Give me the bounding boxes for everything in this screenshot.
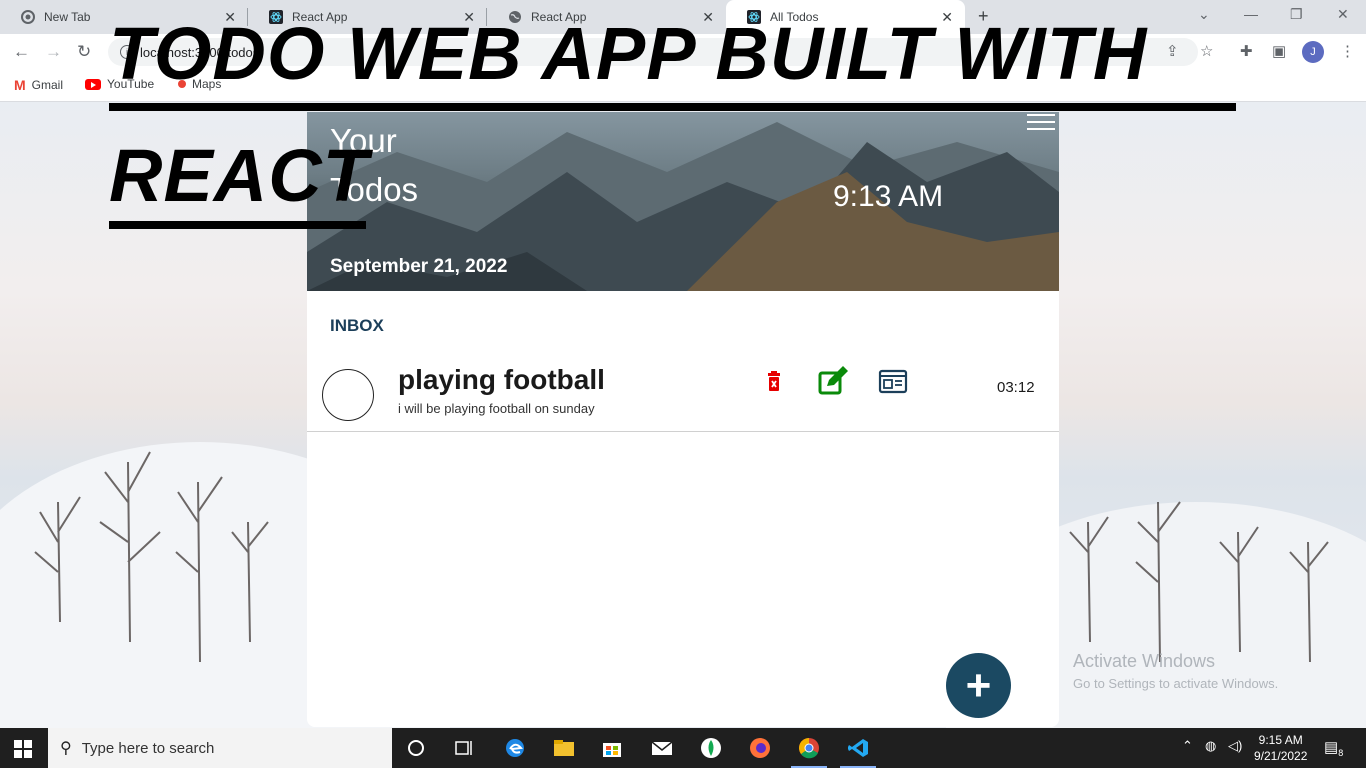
cortana-icon[interactable] (404, 736, 428, 760)
current-time: 9:13 AM (833, 180, 944, 213)
notification-icon[interactable]: ▤8 (1324, 738, 1343, 758)
puzzle-icon[interactable]: ✚ (1240, 42, 1253, 60)
todo-time: 03:12 (997, 379, 1035, 396)
banner-underline (109, 221, 366, 229)
file-explorer-icon[interactable] (552, 736, 576, 760)
edit-icon[interactable] (817, 366, 848, 396)
vscode-icon[interactable] (840, 736, 876, 768)
tab-label: New Tab (44, 10, 91, 24)
taskbar-time: 9:15 AM (1258, 733, 1303, 747)
close-window-button[interactable]: ✕ (1337, 6, 1349, 23)
complete-checkbox[interactable] (322, 369, 374, 421)
delete-icon[interactable] (759, 366, 789, 396)
restore-button[interactable]: ❐ (1290, 6, 1303, 23)
firefox-icon[interactable] (748, 736, 772, 760)
taskbar-clock[interactable]: 9:15 AM 9/21/2022 (1254, 732, 1307, 764)
details-icon[interactable] (878, 366, 908, 396)
star-icon[interactable]: ☆ (1200, 42, 1213, 60)
banner-title-line2: REACT (109, 134, 369, 217)
chrome-taskbar-icon[interactable] (791, 736, 827, 768)
watermark-subtitle: Go to Settings to activate Windows. (1073, 676, 1279, 691)
chevron-down-icon[interactable]: ⌄ (1198, 6, 1210, 23)
windows-start-icon[interactable] (14, 740, 32, 758)
edge-icon[interactable] (503, 736, 527, 760)
store-icon[interactable] (600, 736, 624, 760)
volume-icon[interactable]: ◁) (1228, 738, 1242, 754)
avatar[interactable]: J (1302, 41, 1324, 63)
notification-count: 8 (1338, 748, 1344, 758)
bookmark-label: Gmail (31, 78, 64, 92)
current-date: September 21, 2022 (330, 256, 508, 277)
network-globe-icon[interactable]: ◍ (1205, 738, 1216, 754)
sidepanel-icon[interactable]: ▣ (1272, 42, 1286, 60)
forward-arrow-icon[interactable]: → (45, 42, 62, 62)
minimize-button[interactable]: — (1244, 6, 1258, 22)
chevron-up-icon[interactable]: ⌃ (1182, 738, 1193, 754)
search-icon: ⚲ (60, 740, 72, 757)
todo-item: playing football i will be playing footb… (307, 356, 1059, 432)
share-icon[interactable]: ⇪ (1166, 42, 1179, 60)
activate-windows-watermark: Activate Windows Go to Settings to activ… (1073, 651, 1278, 691)
taskbar: ⚲ Type here to search ⌃ ◍ ◁) 9:15 AM 9/2… (0, 728, 1366, 768)
hamburger-menu-icon[interactable] (1027, 114, 1055, 132)
taskbar-search-input[interactable]: ⚲ Type here to search (48, 728, 392, 768)
section-label: INBOX (330, 316, 384, 335)
gmail-icon: M (14, 77, 26, 93)
todo-app-card: Your Todos 9:13 AM September 21, 2022 IN… (307, 112, 1059, 727)
search-placeholder: Type here to search (81, 739, 215, 757)
back-arrow-icon[interactable]: ← (13, 42, 30, 62)
mongodb-icon[interactable] (699, 736, 723, 760)
banner-title-line1: TODO WEB APP BUILT WITH (109, 12, 1148, 95)
todo-title: playing football (398, 364, 605, 395)
chrome-icon (20, 9, 36, 25)
hero-header: Your Todos 9:13 AM September 21, 2022 (307, 112, 1059, 291)
task-view-icon[interactable] (452, 736, 476, 760)
reload-icon[interactable]: ↻ (77, 42, 91, 62)
youtube-icon (85, 78, 101, 90)
todo-description: i will be playing football on sunday (398, 401, 595, 416)
add-todo-button[interactable]: + (946, 653, 1011, 718)
menu-dots-icon[interactable]: ⋮ (1340, 42, 1355, 60)
mail-icon[interactable] (650, 736, 674, 760)
bookmark-gmail[interactable]: M Gmail (14, 77, 63, 93)
watermark-title: Activate Windows (1073, 651, 1216, 671)
taskbar-date: 9/21/2022 (1254, 749, 1308, 763)
banner-underline (109, 103, 1236, 111)
